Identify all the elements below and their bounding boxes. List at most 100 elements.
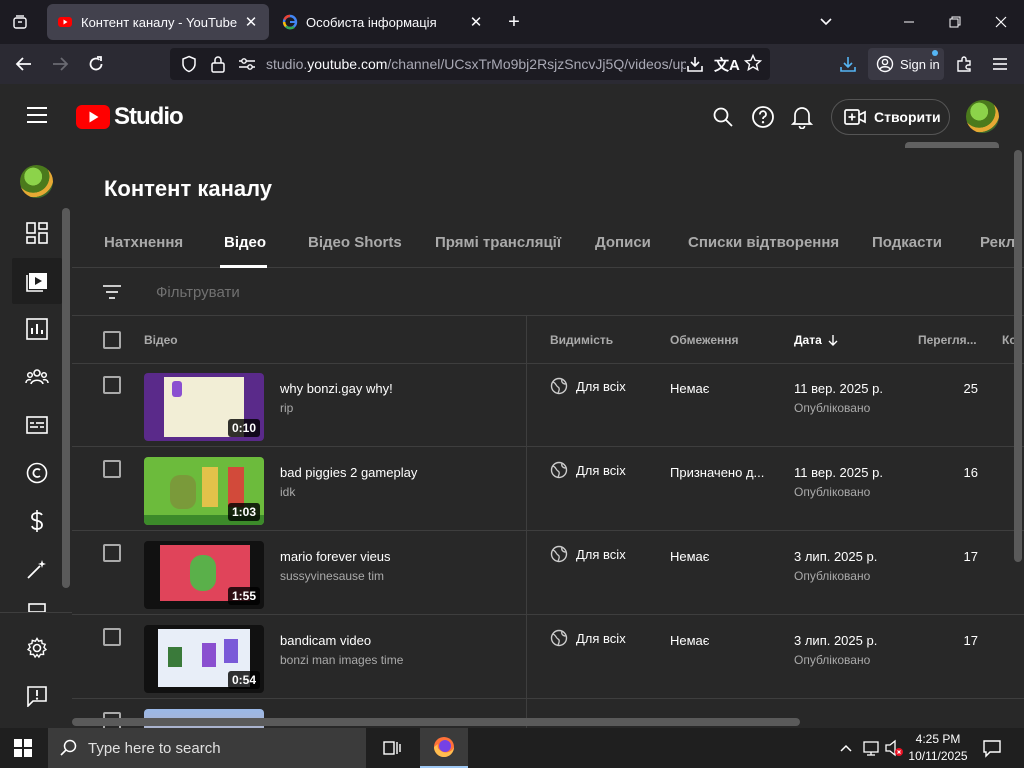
nav-feedback[interactable]	[12, 673, 62, 719]
visibility-cell[interactable]: Для всіх	[550, 545, 626, 563]
video-thumbnail[interactable]: 0:54	[144, 625, 264, 693]
header-date-label: Дата	[794, 333, 822, 347]
channel-avatar[interactable]	[20, 165, 53, 198]
row-checkbox[interactable]	[103, 628, 121, 646]
thumbnail-figure	[170, 475, 196, 509]
tab-videos[interactable]: Відео	[224, 234, 266, 251]
help-icon[interactable]	[751, 105, 775, 129]
firefox-taskbar-button[interactable]	[420, 728, 468, 768]
tab-list-icon[interactable]	[8, 10, 32, 34]
notifications-icon[interactable]	[982, 738, 1002, 758]
visibility-label: Для всіх	[576, 630, 626, 646]
video-title[interactable]: bandicam video	[280, 633, 371, 648]
nav-earn[interactable]	[12, 498, 62, 544]
shield-icon[interactable]	[180, 55, 198, 73]
table-row[interactable]: 0:54 bandicam video bonzi man images tim…	[72, 615, 1024, 699]
tab-posts[interactable]: Дописи	[595, 234, 651, 251]
close-window-icon[interactable]	[978, 0, 1024, 44]
reload-icon[interactable]	[80, 48, 112, 80]
save-page-icon[interactable]	[686, 55, 704, 73]
video-thumbnail[interactable]: 1:03	[144, 457, 264, 525]
back-arrow-icon[interactable]	[8, 48, 40, 80]
task-view-icon[interactable]	[382, 738, 402, 758]
tab-playlists[interactable]: Списки відтворення	[688, 234, 839, 251]
rail-scrollbar[interactable]	[62, 208, 70, 588]
notifications-bell-icon[interactable]	[791, 105, 813, 129]
app-menu-icon[interactable]	[984, 48, 1016, 80]
studio-logo[interactable]: Studio	[76, 103, 184, 131]
create-label: Створити	[874, 109, 941, 125]
tab-podcasts[interactable]: Подкасти	[872, 234, 942, 251]
row-checkbox[interactable]	[103, 544, 121, 562]
extensions-icon[interactable]	[948, 48, 980, 80]
search-icon[interactable]	[712, 106, 734, 128]
visibility-cell[interactable]: Для всіх	[550, 629, 626, 647]
table-row[interactable]: 1:55 mario forever vieus sussyvinesause …	[72, 531, 1024, 615]
windows-start-icon[interactable]	[14, 739, 32, 757]
header-date[interactable]: Дата	[794, 333, 839, 347]
show-hidden-icons-chevron-icon[interactable]	[838, 740, 854, 756]
tab-inspiration[interactable]: Натхнення	[104, 234, 183, 251]
permissions-icon[interactable]	[238, 56, 256, 72]
close-tab-icon[interactable]: ✕	[464, 10, 488, 34]
visibility-cell[interactable]: Для всіх	[550, 461, 626, 479]
nav-dashboard[interactable]	[12, 210, 62, 256]
url-bar[interactable]: studio.youtube.com/channel/UCsxTrMo9bj2R…	[170, 48, 770, 80]
visibility-label: Для всіх	[576, 546, 626, 562]
filter-icon[interactable]	[102, 284, 122, 300]
row-checkbox[interactable]	[103, 376, 121, 394]
restore-icon[interactable]	[932, 0, 978, 44]
lock-icon[interactable]	[210, 55, 226, 73]
left-nav-rail	[0, 148, 72, 728]
table-row[interactable]: 1:03 bad piggies 2 gameplay idk Для всіх…	[72, 447, 1024, 531]
nav-settings[interactable]	[12, 625, 62, 671]
filter-input[interactable]: Фільтрувати	[156, 284, 240, 301]
video-title[interactable]: mario forever vieus	[280, 549, 391, 564]
horizontal-scrollbar[interactable]	[72, 718, 800, 726]
taskbar-clock[interactable]: 4:25 PM 10/11/2025	[902, 731, 974, 765]
header-visibility[interactable]: Видимість	[550, 333, 613, 347]
downloads-icon[interactable]	[832, 48, 864, 80]
sign-in-button[interactable]: Sign in	[868, 48, 944, 80]
nav-analytics[interactable]	[12, 306, 62, 352]
tab-live[interactable]: Прямі трансляції	[435, 234, 561, 251]
forward-arrow-icon[interactable]	[44, 48, 76, 80]
account-avatar[interactable]	[966, 100, 999, 133]
community-icon	[25, 369, 49, 385]
video-thumbnail[interactable]: 0:10	[144, 373, 264, 441]
create-button[interactable]: Створити	[831, 99, 950, 135]
visibility-cell[interactable]: Для всіх	[550, 377, 626, 395]
row-checkbox[interactable]	[103, 460, 121, 478]
taskbar-search[interactable]: Type here to search	[48, 728, 366, 768]
nav-customization[interactable]	[12, 546, 62, 592]
hamburger-menu-icon[interactable]	[26, 106, 48, 124]
bookmark-star-icon[interactable]	[744, 54, 762, 72]
translate-icon[interactable]: 文A	[714, 54, 740, 75]
vertical-scrollbar[interactable]	[1014, 150, 1022, 562]
table-row[interactable]: 0:10 why bonzi.gay why! rip Для всіх Нем…	[72, 363, 1024, 447]
nav-audio-library[interactable]	[12, 594, 62, 612]
visibility-label: Для всіх	[576, 378, 626, 394]
nav-subtitles[interactable]	[12, 402, 62, 448]
nav-copyright[interactable]	[12, 450, 62, 496]
header-restrictions[interactable]: Обмеження	[670, 333, 739, 347]
tab-personal-info[interactable]: Особиста інформація ✕	[272, 4, 494, 40]
tab-overflow-chevron-icon[interactable]	[814, 10, 838, 34]
header-views[interactable]: Перегля...	[918, 333, 977, 347]
tab-shorts[interactable]: Відео Shorts	[308, 234, 402, 251]
nav-content[interactable]	[12, 258, 62, 304]
video-title[interactable]: bad piggies 2 gameplay	[280, 465, 417, 480]
nav-community[interactable]	[12, 354, 62, 400]
volume-muted-icon[interactable]	[884, 739, 904, 757]
minimize-icon[interactable]	[886, 0, 932, 44]
url-text[interactable]: studio.youtube.com/channel/UCsxTrMo9bj2R…	[266, 48, 686, 80]
new-tab-icon[interactable]: +	[502, 10, 526, 34]
tab-promotions[interactable]: Рекл	[980, 234, 1015, 251]
select-all-checkbox[interactable]	[103, 331, 121, 349]
tab-youtube-studio[interactable]: Контент каналу - YouTube Studio ✕	[47, 4, 269, 40]
video-title[interactable]: why bonzi.gay why!	[280, 381, 393, 396]
network-icon[interactable]	[862, 739, 880, 757]
video-thumbnail[interactable]: 1:55	[144, 541, 264, 609]
close-tab-icon[interactable]: ✕	[239, 10, 263, 34]
content-play-icon	[26, 273, 47, 292]
